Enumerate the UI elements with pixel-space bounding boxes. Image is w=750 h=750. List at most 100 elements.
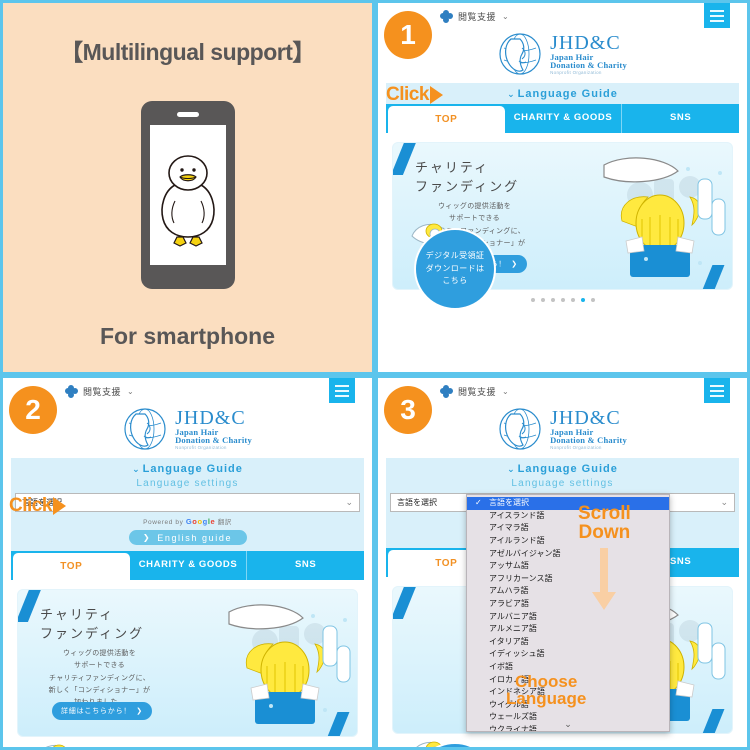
triangle-right-icon <box>52 497 66 515</box>
language-guide-label: Language Guide <box>517 88 618 100</box>
dropdown-option[interactable]: アルメニア語 <box>467 623 669 636</box>
site-logo[interactable]: JHD&C Japan Hair Donation & Charity Nonp… <box>378 30 747 83</box>
tab-top[interactable]: TOP <box>13 553 130 580</box>
scroll-down-line-1: Scroll <box>578 503 631 524</box>
dropdown-option[interactable]: アイマラ語 <box>467 522 669 535</box>
dropdown-option[interactable]: アムハラ語 <box>467 585 669 598</box>
tab-sns[interactable]: SNS <box>622 104 739 133</box>
tab-top[interactable]: TOP <box>388 106 505 133</box>
carousel-dot-active[interactable] <box>580 298 585 302</box>
language-guide-title[interactable]: ⌄ Language Guide <box>11 463 364 475</box>
triangle-right-icon <box>429 86 443 104</box>
click-callout-1-label: Click <box>386 84 429 105</box>
carousel-dot[interactable] <box>560 298 565 302</box>
hero-carousel[interactable]: ❮ ❯ <box>390 142 735 310</box>
choose-language-annotation: Choose Language <box>506 673 586 707</box>
hamburger-menu-icon[interactable] <box>329 378 355 403</box>
chevron-down-icon: ⌄ <box>345 497 353 507</box>
english-guide-label: English guide <box>157 532 233 543</box>
charity-funding-illustration <box>582 143 732 289</box>
brand-line-4: Nonprofit Organization <box>550 444 602 450</box>
hero-title: チャリティ ファンディング <box>415 159 519 197</box>
topbar-label[interactable]: 閲覧支援 <box>458 10 496 23</box>
hero-detail-button[interactable]: 詳細はこちらから！ ❯ <box>52 702 152 720</box>
chevron-down-icon: ⌄ <box>132 464 141 474</box>
hero-body-line-3: チャリティファンディングに、 <box>48 674 150 682</box>
step-1-panel: 閲覧支援 ⌄ JHD&C Japan Hair Donation & Chari… <box>375 0 750 375</box>
carousel-dot[interactable] <box>590 298 595 302</box>
language-settings-label: Language settings <box>511 478 614 489</box>
scroll-down-annotation: Scroll Down <box>578 504 631 542</box>
chevron-right-icon: ❯ <box>511 261 518 268</box>
clover-accessibility-icon <box>438 8 454 24</box>
language-select-value: 言語を選択 <box>397 498 437 507</box>
dropdown-option[interactable]: アラビア語 <box>467 598 669 611</box>
intro-panel: 【Multilingual support】 For smartphone <box>0 0 375 375</box>
hero-body-line-1: ウィッグの提供活動を <box>63 650 136 657</box>
site-topbar: 閲覧支援 ⌄ <box>378 378 747 405</box>
english-guide-button[interactable]: ❯ English guide <box>128 530 247 545</box>
charity-funding-illustration <box>207 590 357 736</box>
site-logo[interactable]: JHD&C Japan Hair Donation & Charity Nonp… <box>3 405 372 458</box>
tab-sns[interactable]: SNS <box>247 551 364 580</box>
brand-line-3: Donation & Charity <box>550 60 627 71</box>
chevron-right-icon: ❯ <box>142 533 152 542</box>
dropdown-option[interactable]: イディッシュ語 <box>467 648 669 661</box>
down-arrow-icon <box>591 548 617 610</box>
decor-stripe-top-left <box>393 587 420 619</box>
dropdown-option-selected[interactable]: 言語を選択 <box>467 497 669 510</box>
receipt-line-1: デジタル受領証 <box>425 251 485 261</box>
step-badge-3: 3 <box>384 386 432 434</box>
hero-title-line-1: チャリティ <box>40 607 115 622</box>
tab-charity-and-goods[interactable]: CHARITY & GOODS <box>130 551 248 580</box>
language-guide-title[interactable]: ⌄ Language Guide <box>386 463 739 475</box>
hero-carousel[interactable]: ❮ ❯ <box>15 589 360 747</box>
dropdown-option[interactable]: アルバニア語 <box>467 610 669 623</box>
choose-line-1: Choose <box>514 672 578 691</box>
carousel-dot[interactable] <box>530 298 535 302</box>
chevron-down-icon: ⌄ <box>507 89 516 99</box>
chevron-down-icon[interactable]: ⌄ <box>502 12 509 21</box>
brand-line-4: Nonprofit Organization <box>550 69 602 75</box>
chevron-down-icon[interactable]: ⌄ <box>502 387 509 396</box>
nav-tabs[interactable]: TOP CHARITY & GOODS SNS <box>11 551 364 580</box>
language-select[interactable]: 言語を選択 ⌄ <box>15 493 360 512</box>
topbar-label[interactable]: 閲覧支援 <box>458 385 496 398</box>
hero-body-line-4: 新しく「コンディショナー」が <box>48 686 151 694</box>
dropdown-scroll-more-icon[interactable]: ⌄ <box>467 719 669 730</box>
site-topbar: 閲覧支援 ⌄ <box>3 378 372 405</box>
carousel-dot[interactable] <box>550 298 555 302</box>
step-badge-2: 2 <box>9 386 57 434</box>
step-badge-1: 1 <box>384 11 432 59</box>
language-settings-label: Language settings <box>136 478 239 489</box>
tutorial-collage: 【Multilingual support】 For smartphone 閲覧… <box>0 0 750 750</box>
carousel-dot[interactable] <box>540 298 545 302</box>
choose-line-2: Language <box>506 689 587 708</box>
brand-line-3: Donation & Charity <box>550 435 627 446</box>
chevron-down-icon[interactable]: ⌄ <box>127 387 134 396</box>
chevron-right-icon: ❯ <box>136 708 143 715</box>
site-logo[interactable]: JHD&C Japan Hair Donation & Charity Nonp… <box>378 405 747 458</box>
language-guide-label: Language Guide <box>517 463 618 475</box>
dropdown-option[interactable]: アッサム語 <box>467 560 669 573</box>
brand-name: JHD&C <box>175 406 246 429</box>
hero-body: ウィッグの提供活動を サポートできる チャリティファンディングに、 新しく「コン… <box>32 648 167 709</box>
hamburger-menu-icon[interactable] <box>704 378 730 403</box>
topbar-label[interactable]: 閲覧支援 <box>83 385 121 398</box>
digital-receipt-download-badge[interactable]: デジタル受領証 ダウンロードは こちら <box>414 228 496 310</box>
hero-slide[interactable]: チャリティ ファンディング ウィッグの提供活動を サポートできる チャリティファ… <box>17 589 358 737</box>
hero-title-line-2: ファンディング <box>40 625 145 641</box>
dropdown-option[interactable]: アイルランド語 <box>467 535 669 548</box>
clover-accessibility-icon <box>63 383 79 399</box>
dropdown-option[interactable]: アイスランド語 <box>467 510 669 523</box>
chevron-down-icon: ⌄ <box>507 464 516 474</box>
carousel-dot[interactable] <box>570 298 575 302</box>
hamburger-menu-icon[interactable] <box>704 3 730 28</box>
tab-charity-and-goods[interactable]: CHARITY & GOODS <box>505 104 623 133</box>
click-callout-2: Click <box>9 495 66 517</box>
nav-tabs[interactable]: TOP CHARITY & GOODS SNS <box>386 104 739 133</box>
receipt-line-2: ダウンロードは <box>425 263 485 273</box>
dropdown-option[interactable]: アゼルバイジャン語 <box>467 547 669 560</box>
dropdown-option[interactable]: アフリカーンス語 <box>467 573 669 586</box>
dropdown-option[interactable]: イタリア語 <box>467 636 669 649</box>
